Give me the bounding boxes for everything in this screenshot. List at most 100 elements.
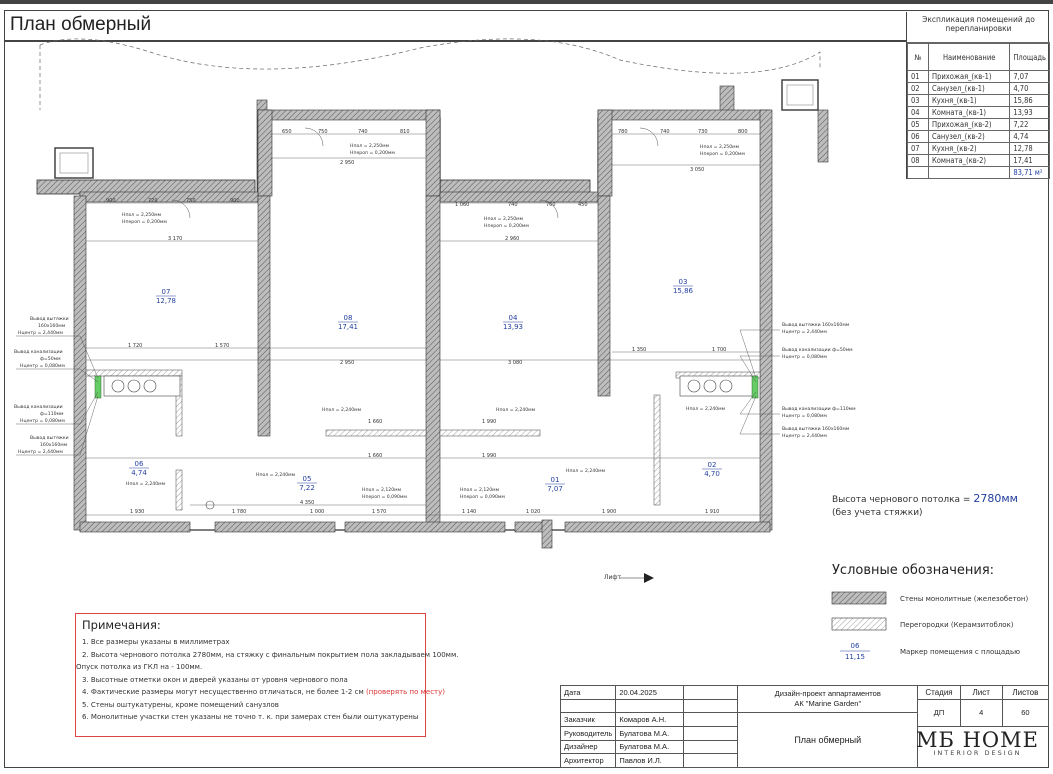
height-mark: Нпол = 2,240мм xyxy=(322,407,362,413)
cell: 03 xyxy=(907,94,929,107)
cell: Санузел_(кв-2) xyxy=(927,130,1011,143)
sheets-value: 60 xyxy=(1001,698,1050,727)
dim-900: 900 xyxy=(106,198,116,204)
room-number: 06 xyxy=(135,460,144,468)
room-schedule: Экспликация помещений до перепланировки … xyxy=(906,12,1050,179)
cell: 7,07 xyxy=(1009,70,1050,83)
col-header: Наименование xyxy=(927,43,1011,71)
dim-1910: 1 910 xyxy=(705,509,719,515)
cell: 12,78 xyxy=(1009,142,1050,155)
height-mark: Нпол = 2,240мм xyxy=(256,472,296,478)
cell: 06 xyxy=(907,130,929,143)
height-mark: Нпероп = 0,090мм xyxy=(362,494,407,500)
dim-1900: 1 900 xyxy=(602,509,616,515)
dim-1000: 1 000 xyxy=(310,509,324,515)
height-mark: Нпол = 2,240мм xyxy=(566,468,606,474)
dim-740c: 740 xyxy=(508,202,518,208)
dim-3080: 3 080 xyxy=(508,360,522,366)
stage-label: Стадия xyxy=(917,685,961,700)
dim-730: 730 xyxy=(698,129,708,135)
room-area: 12,78 xyxy=(156,297,176,305)
arrow-right-icon xyxy=(644,573,654,583)
cell: Кухня_(кв-2) xyxy=(927,142,1011,155)
height-mark: Нпол = 2,250мм xyxy=(350,143,390,149)
ceiling-height-note: Высота чернового потолка = 2780мм (без у… xyxy=(832,492,1018,520)
cell: 4,74 xyxy=(1009,130,1050,143)
dim-2950: 2 950 xyxy=(340,160,354,166)
room-area: 4,74 xyxy=(131,469,147,477)
note-red-text: (проверять по месту) xyxy=(365,688,445,696)
legend-partitions-label: Перегородки (Керамзитоблок) xyxy=(900,621,1014,629)
callout-right: Вывод вытяжки 160х160мм xyxy=(782,322,850,328)
dim-1570b: 1 570 xyxy=(372,509,386,515)
dim-1990b: 1 990 xyxy=(482,453,496,459)
callout-right: Нцентр = 2,440мм xyxy=(782,329,827,335)
note-line: 4. Фактические размеры могут несуществен… xyxy=(82,686,445,699)
col-header: Площадь xyxy=(1009,43,1050,71)
callout-right: Нцентр = 0,080мм xyxy=(782,354,827,360)
ceiling-suffix: (без учета стяжки) xyxy=(832,508,923,518)
room-number: 01 xyxy=(551,476,560,484)
dim-740: 740 xyxy=(358,129,368,135)
table-row: 03 Кухня_(кв-1) 15,86 xyxy=(907,94,1050,107)
height-mark: Нпол = 2,250мм xyxy=(484,216,524,222)
room-number: 05 xyxy=(303,475,312,483)
height-mark: Нпол = 2,120мм xyxy=(362,487,402,493)
dim-750b: 750 xyxy=(186,198,196,204)
dim-2950b: 2 950 xyxy=(340,360,354,366)
room-number: 07 xyxy=(162,288,171,296)
sheet-label: Лист xyxy=(959,685,1003,700)
sheet-title: План обмерный xyxy=(737,712,919,768)
callout-left: 160х160мм xyxy=(38,323,66,329)
note-line: 1. Все размеры указаны в миллиметрах xyxy=(82,638,230,646)
height-mark: Нпероп = 0,200мм xyxy=(122,219,167,225)
cell: 17,41 xyxy=(1009,154,1050,167)
cell: Комната_(кв-1) xyxy=(927,106,1011,119)
callout-left: Нцентр = 2,440мм xyxy=(18,330,63,336)
legend-title: Условные обозначения: xyxy=(832,563,995,578)
architect-value: Павлов И.Л. xyxy=(615,753,684,768)
cell: Прихожая_(кв-1) xyxy=(927,70,1011,83)
table-row: 01 Прихожая_(кв-1) 7,07 xyxy=(907,70,1050,83)
dim-780: 780 xyxy=(618,129,628,135)
legend-marker-label: Маркер помещения с площадью xyxy=(900,648,1021,656)
cell: 7,22 xyxy=(1009,118,1050,131)
callout-left: Нцентр = 0,080мм xyxy=(20,418,65,424)
callout-right: Вывод канализации ф=50мм xyxy=(782,347,853,353)
legend-wall-swatch xyxy=(831,591,887,605)
room-area: 13,93 xyxy=(503,323,523,331)
height-mark: Нпол = 2,240мм xyxy=(496,407,536,413)
dim-450: 450 xyxy=(578,202,588,208)
callout-left: Нцентр = 2,440мм xyxy=(18,449,63,455)
dim-1660b: 1 660 xyxy=(368,453,382,459)
room-number: 08 xyxy=(344,314,353,322)
room-area: 4,70 xyxy=(704,470,720,478)
note-line: Опуск потолка из ГКЛ на - 100мм. xyxy=(76,663,203,671)
callout-left: Вывод вытяжки xyxy=(30,435,69,441)
room-number: 03 xyxy=(679,278,688,286)
table-row: 05 Прихожая_(кв-2) 7,22 xyxy=(907,118,1050,131)
legend-marker-number: 06 xyxy=(851,642,860,650)
callout-left: ф=50мм xyxy=(40,356,61,362)
dim-1060: 1 060 xyxy=(455,202,469,208)
room-schedule-caption: Экспликация помещений до перепланировки xyxy=(907,12,1050,43)
cell: 15,86 xyxy=(1009,94,1050,107)
dim-1660: 1 660 xyxy=(368,419,382,425)
height-mark: Нпероп = 0,200мм xyxy=(484,223,529,229)
dim-760: 760 xyxy=(546,202,556,208)
dim-1350: 1 350 xyxy=(632,347,646,353)
total-row: 83,71 м² xyxy=(907,166,1050,179)
dim-1990: 1 990 xyxy=(482,419,496,425)
height-mark: Нпол = 2,240мм xyxy=(686,406,726,412)
date-label: Дата xyxy=(559,685,617,700)
note-line: 3. Высотные отметки окон и дверей указан… xyxy=(82,675,348,684)
height-mark: Нпероп = 0,200мм xyxy=(350,150,395,156)
dim-1020: 1 020 xyxy=(526,509,540,515)
height-mark: Нпероп = 0,090мм xyxy=(460,494,505,500)
cell: Санузел_(кв-1) xyxy=(927,82,1011,95)
table-row: 02 Санузел_(кв-1) 4,70 xyxy=(907,82,1050,95)
ceiling-prefix: Высота чернового потолка = xyxy=(832,495,974,505)
lift-label: Лифт xyxy=(604,574,622,581)
cell: Прихожая_(кв-2) xyxy=(927,118,1011,131)
project-line: АК "Marine Garden" xyxy=(794,699,862,709)
